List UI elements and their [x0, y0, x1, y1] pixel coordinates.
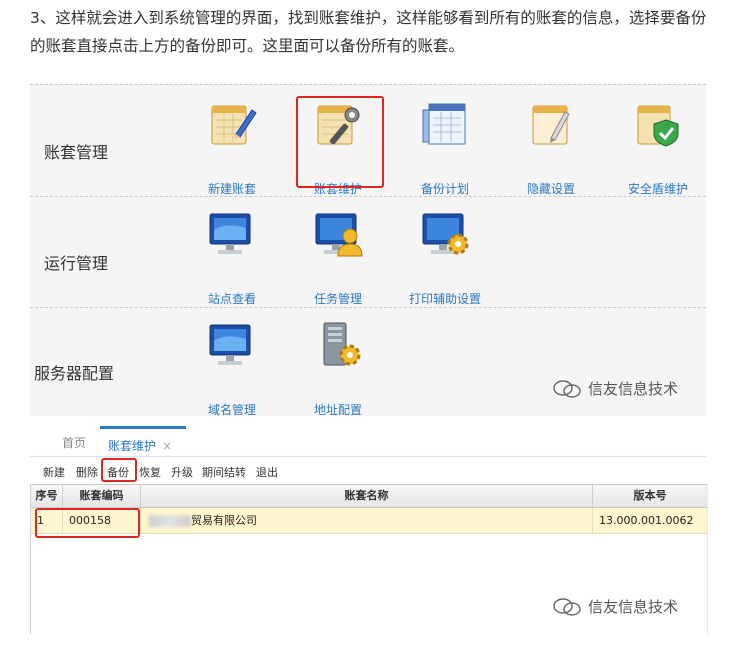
print-assist-label: 打印辅助设置 — [408, 292, 481, 306]
highlight-box — [35, 508, 140, 538]
security-shield-icon — [637, 105, 679, 147]
watermark-text: 信友信息技术 — [588, 598, 679, 616]
backup-plan-label: 备份计划 — [420, 182, 469, 196]
system-management-panel: 账套管理 新建账套 账套维护 备份计划 隐藏设置 安全盾维护 运行管理 站点查看… — [30, 84, 706, 417]
address-config-label: 地址配置 — [313, 403, 362, 417]
user-monitor-icon — [315, 213, 363, 257]
tab-account-maintenance-label: 账套维护 — [108, 439, 157, 453]
column-header[interactable]: 版本号 — [593, 485, 707, 507]
upgrade-button[interactable]: 升级 — [171, 464, 193, 480]
gear-monitor-icon — [422, 213, 469, 255]
column-header[interactable]: 序号 — [31, 485, 63, 507]
task-management-button[interactable]: 任务管理 — [293, 208, 383, 306]
hidden-settings-icon — [532, 105, 570, 145]
intro-paragraph: 3、这样就会进入到系统管理的界面，找到账套维护，这样能够看到所有的账套的信息，选… — [30, 9, 707, 55]
highlight-box — [296, 96, 384, 188]
version-number: 13.000.001.0062 — [599, 514, 694, 527]
wechat-icon — [553, 379, 581, 398]
account-name: 贸易有限公司 — [187, 508, 593, 533]
security-shield-label: 安全盾维护 — [627, 182, 688, 196]
security-shield-button[interactable]: 安全盾维护 — [613, 98, 703, 196]
watermark: 信友信息技术 — [552, 596, 678, 617]
exit-button[interactable]: 退出 — [256, 464, 278, 480]
close-icon[interactable]: × — [162, 439, 172, 453]
task-management-label: 任务管理 — [313, 292, 362, 306]
monitor-icon — [209, 324, 251, 365]
divider — [30, 84, 706, 85]
column-header[interactable]: 账套名称 — [141, 485, 593, 507]
tab-home[interactable]: 首页 — [62, 434, 86, 451]
watermark: 信友信息技术 — [552, 378, 678, 399]
domain-management-label: 域名管理 — [207, 403, 256, 417]
divider — [30, 307, 706, 308]
redacted-text — [149, 515, 191, 527]
print-assist-button[interactable]: 打印辅助设置 — [400, 208, 490, 306]
hidden-settings-button[interactable]: 隐藏设置 — [506, 98, 596, 196]
group-label-run: 运行管理 — [44, 254, 109, 273]
tab-bar: 首页 账套维护 × — [30, 426, 706, 457]
address-config-button[interactable]: 地址配置 — [293, 319, 383, 417]
backup-plan-icon — [422, 103, 466, 145]
new-button[interactable]: 新建 — [43, 464, 65, 480]
column-header[interactable]: 账套编码 — [63, 485, 141, 507]
wechat-icon — [553, 597, 581, 616]
group-label-account: 账套管理 — [44, 143, 109, 162]
table-header: 序号 账套编码 账套名称 版本号 — [31, 484, 707, 508]
site-view-button[interactable]: 站点查看 — [187, 208, 277, 306]
new-account-button[interactable]: 新建账套 — [187, 98, 277, 196]
server-gear-icon — [323, 322, 361, 366]
new-account-label: 新建账套 — [207, 182, 256, 196]
restore-button[interactable]: 恢复 — [139, 464, 161, 480]
monitor-icon — [209, 213, 251, 254]
domain-management-button[interactable]: 域名管理 — [187, 319, 277, 417]
site-view-label: 站点查看 — [207, 292, 256, 306]
group-label-server: 服务器配置 — [34, 364, 115, 383]
period-close-button[interactable]: 期间结转 — [202, 464, 246, 480]
highlight-box — [101, 458, 137, 482]
new-account-icon — [211, 105, 257, 145]
watermark-text: 信友信息技术 — [588, 380, 679, 398]
tab-account-maintenance[interactable]: 账套维护 × — [100, 426, 186, 453]
hidden-settings-label: 隐藏设置 — [526, 182, 575, 196]
backup-plan-button[interactable]: 备份计划 — [400, 98, 490, 196]
delete-button[interactable]: 删除 — [76, 464, 98, 480]
